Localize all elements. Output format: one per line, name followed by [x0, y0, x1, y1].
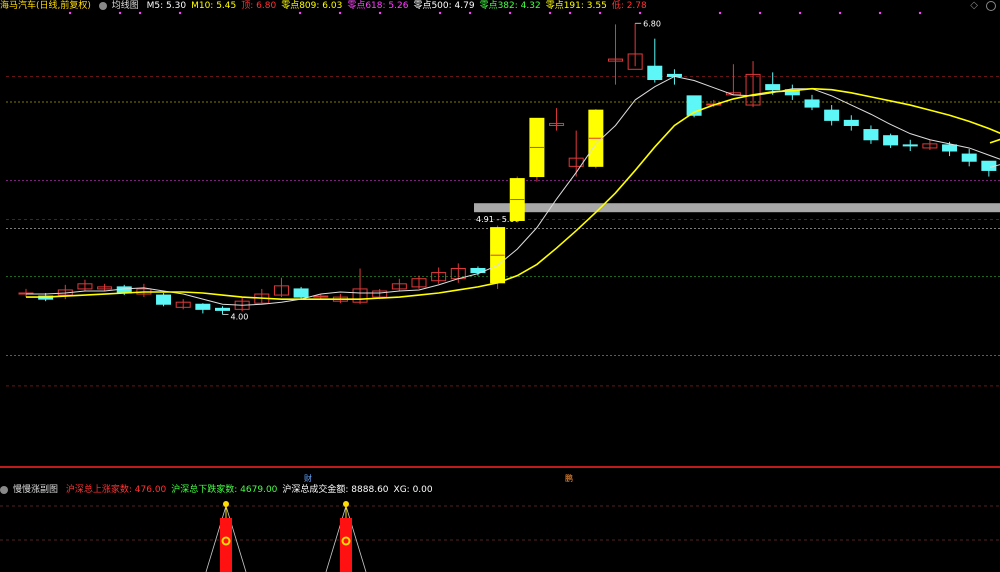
time-mark-1 [118, 11, 122, 15]
sub-header-value-0: 沪深总上涨家数: 476.00 [65, 485, 167, 495]
signal-coin-center-1 [343, 538, 349, 544]
candle-body-41 [824, 109, 840, 121]
time-mark-15 [758, 11, 762, 15]
time-mark-3 [178, 11, 182, 15]
candle-body-44 [883, 135, 899, 146]
time-mark-8 [468, 11, 472, 15]
time-mark-2 [138, 11, 142, 15]
candle-body-40 [804, 99, 820, 108]
time-mark-0 [68, 11, 72, 15]
candle-body-45 [902, 144, 918, 147]
time-mark-13 [638, 11, 642, 15]
high-label: 6.80 [643, 19, 661, 28]
time-mark-18 [878, 11, 882, 15]
sub-header-value-2: 沪深总成交金额: 8888.60 [282, 485, 389, 495]
time-mark-12 [598, 11, 602, 15]
candle-body-48 [961, 153, 977, 162]
marker-cai[interactable]: 财 [302, 474, 314, 483]
low-label: 4.00 [231, 312, 249, 321]
signal-coin-center-0 [223, 538, 229, 544]
sub-indicator-name[interactable]: 慢慢涨副图 [13, 485, 58, 495]
time-mark-19 [918, 11, 922, 15]
candle-body-47 [942, 144, 958, 152]
candle-body-10 [215, 307, 230, 311]
chart-window: { "main_header": { "stock": "海马汽车(日线,前复权… [0, 0, 1000, 572]
candle-body-32 [647, 65, 663, 81]
candle-body-38 [765, 84, 781, 91]
time-mark-17 [838, 11, 842, 15]
time-mark-16 [798, 11, 802, 15]
time-mark-5 [338, 11, 342, 15]
time-mark-6 [378, 11, 382, 15]
ma-line-ext-M10 [989, 138, 1000, 144]
sub-header-value-3: XG: 0.00 [393, 485, 433, 495]
candle-body-9 [195, 303, 211, 310]
time-mark-11 [568, 11, 572, 15]
sub-chart-header: 慢慢涨副图 沪深总上涨家数: 476.00 沪深总下跌家数: 4679.00 沪深总… [0, 484, 443, 496]
candle-body-14 [293, 288, 309, 298]
candle-body-7 [156, 294, 172, 305]
candle-body-42 [843, 119, 859, 126]
time-mark-7 [438, 11, 442, 15]
time-mark-10 [548, 11, 552, 15]
marker-peng[interactable]: 鹏 [563, 474, 575, 483]
time-mark-4 [298, 11, 302, 15]
candle-body-43 [863, 129, 879, 141]
sub-indicator-settings-icon[interactable] [0, 485, 8, 494]
sub-header-value-1: 沪深总下跌家数: 4679.00 [171, 485, 278, 495]
time-mark-9 [508, 11, 512, 15]
time-mark-14 [718, 11, 722, 15]
